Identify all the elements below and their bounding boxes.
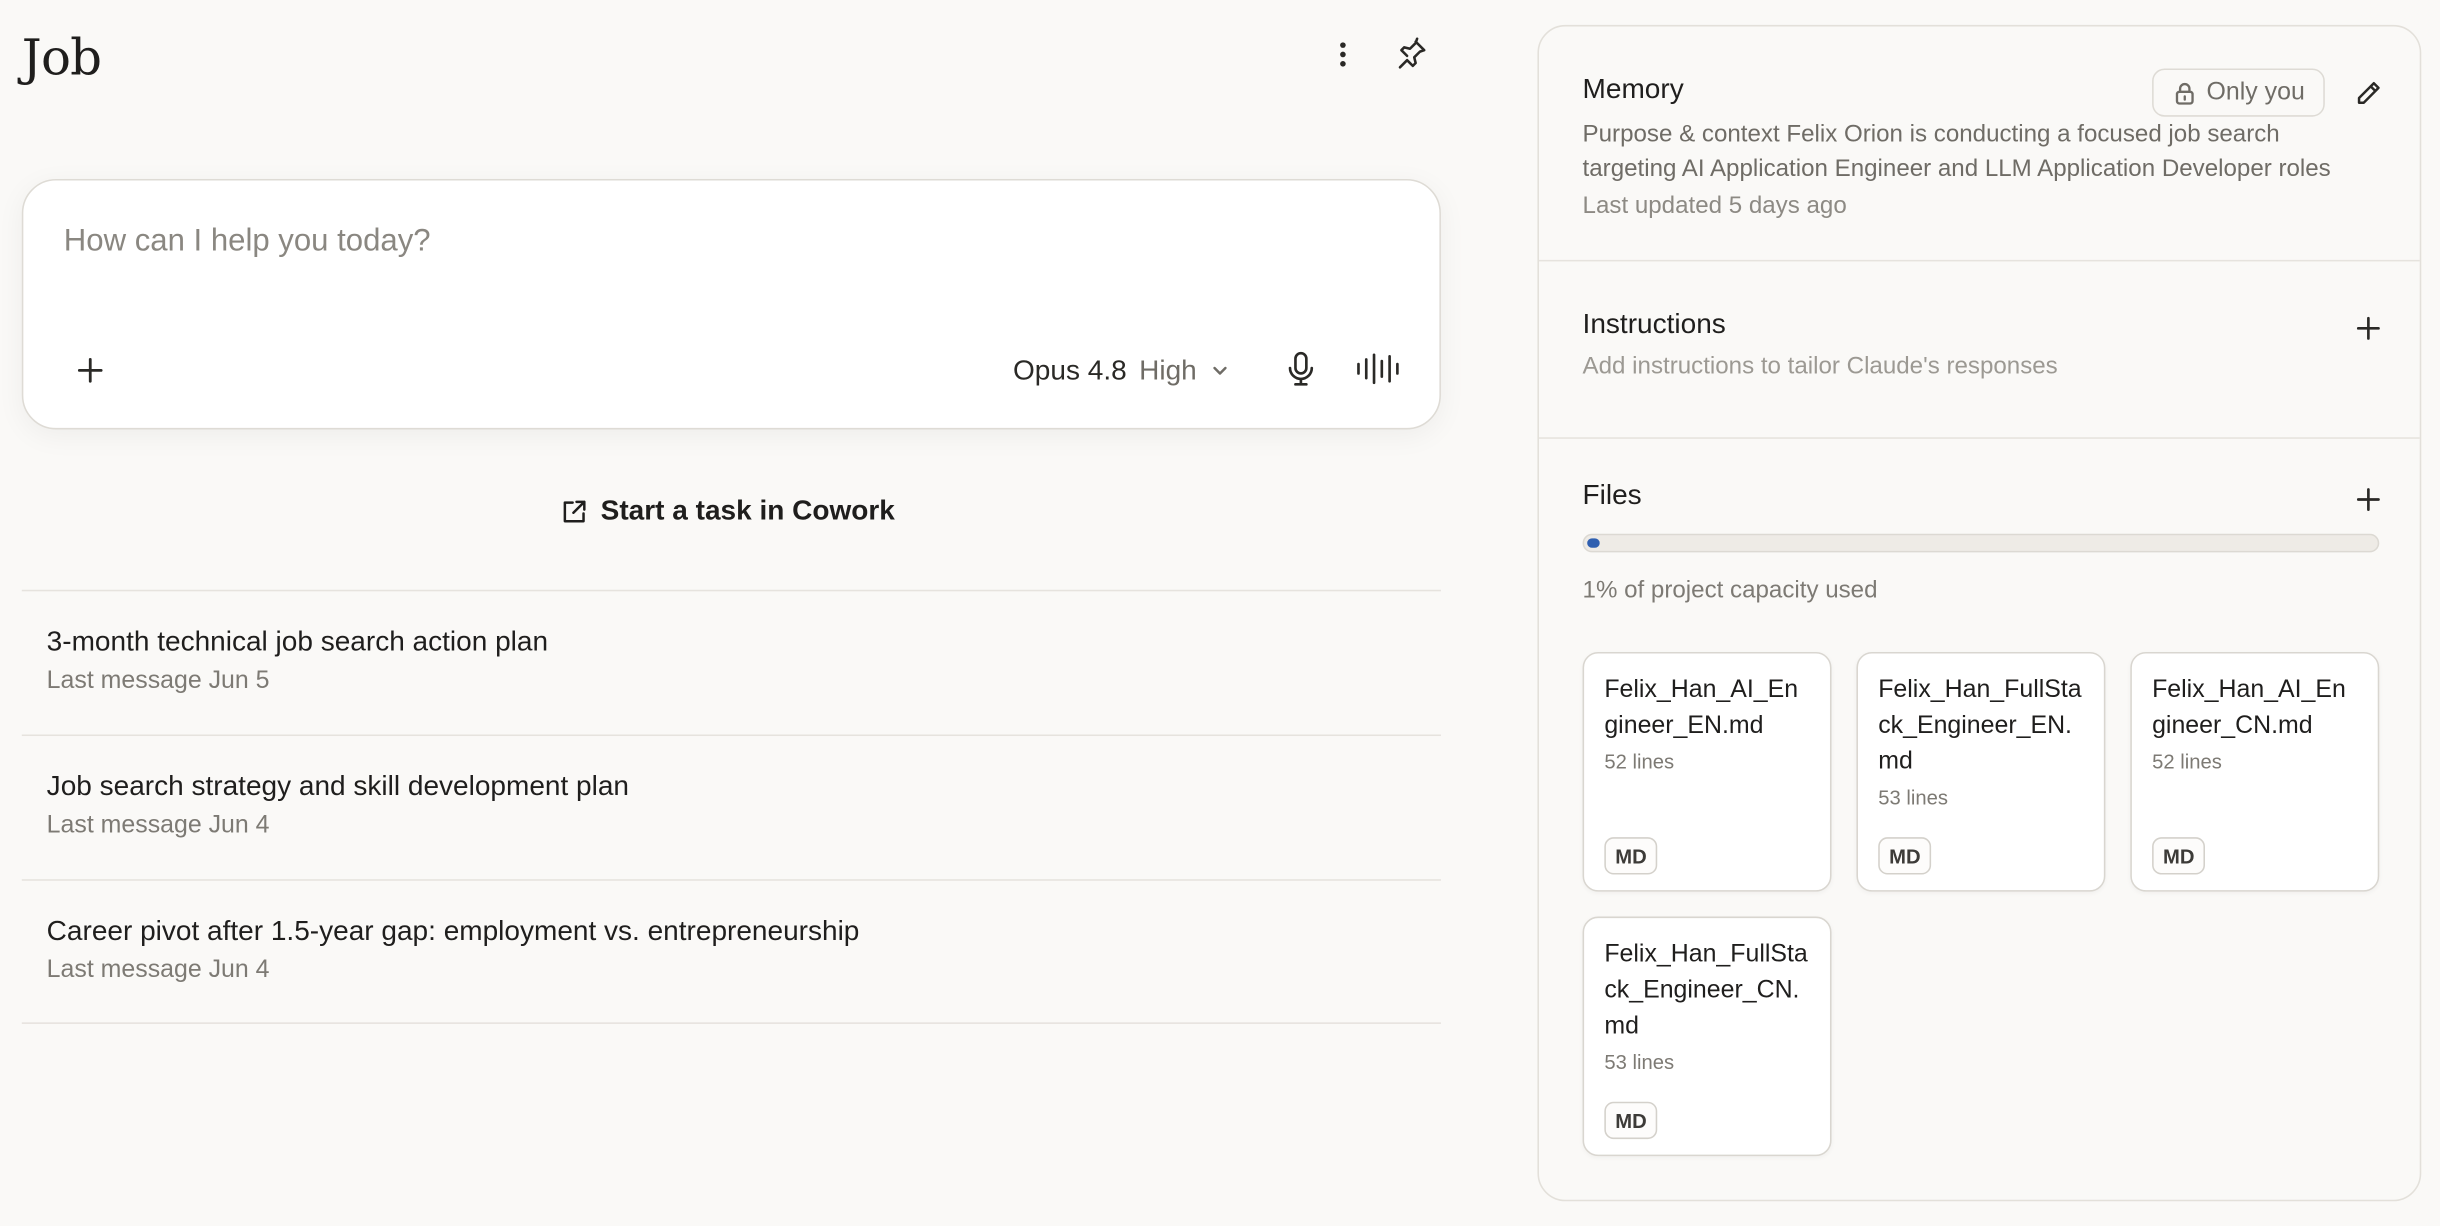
more-vertical-icon — [1340, 42, 1346, 67]
chat-title: 3-month technical job search action plan — [46, 625, 549, 657]
lock-icon — [2175, 82, 2194, 104]
file-line-count: 52 lines — [2152, 750, 2222, 774]
files-section: Files 1% of project capacity used Felix_… — [1539, 439, 2420, 1157]
file-name: Felix_Han_AI_Engineer_CN.md — [2152, 676, 2346, 740]
plus-icon — [2356, 488, 2380, 511]
edit-memory-button[interactable] — [2345, 70, 2392, 117]
pin-button[interactable] — [1388, 31, 1435, 78]
file-card[interactable]: Felix_Han_FullStack_Engineer_EN.md 53 li… — [1856, 652, 2106, 892]
file-card[interactable]: Felix_Han_AI_Engineer_EN.md 52 lines MD — [1582, 652, 1832, 892]
add-attachment-button[interactable] — [67, 347, 114, 394]
file-name: Felix_Han_AI_Engineer_EN.md — [1604, 676, 1799, 740]
model-effort: High — [1139, 354, 1197, 386]
plus-icon — [2356, 316, 2380, 340]
plus-icon — [77, 358, 103, 383]
instructions-heading: Instructions — [1582, 308, 1726, 340]
memory-summary: Purpose & context Felix Orion is conduct… — [1582, 121, 2331, 183]
chevron-down-icon — [1213, 366, 1227, 375]
instructions-section: Instructions Add instructions to tailor … — [1538, 261, 2420, 439]
model-selector[interactable]: Opus 4.8 High — [1013, 349, 1231, 393]
file-grid: Felix_Han_AI_Engineer_EN.md 52 lines MD … — [1582, 652, 2380, 1157]
file-line-count: 52 lines — [1604, 750, 1675, 774]
external-link-icon — [563, 499, 586, 522]
voice-waveform-icon — [1357, 353, 1399, 385]
capacity-progress-bar — [1582, 533, 2380, 553]
files-heading: Files — [1582, 479, 1642, 511]
file-name: Felix_Han_FullStack_Engineer_EN.md — [1878, 676, 2082, 775]
file-card[interactable]: Felix_Han_FullStack_Engineer_CN.md 53 li… — [1582, 916, 1832, 1157]
chat-last-message: Last message Jun 4 — [46, 957, 270, 984]
capacity-progress-fill — [1587, 538, 1600, 548]
chat-title: Career pivot after 1.5-year gap: employm… — [46, 914, 860, 947]
project-title: Job — [21, 28, 102, 88]
dictation-button[interactable] — [1278, 345, 1325, 392]
microphone-icon — [1288, 351, 1314, 386]
project-knowledge-panel: Memory Only you Purpose & context Felix … — [1537, 24, 2422, 1202]
visibility-label: Only you — [2206, 78, 2305, 106]
message-input[interactable] — [63, 224, 1403, 260]
memory-visibility-badge[interactable]: Only you — [2152, 68, 2326, 117]
file-type-badge: MD — [2152, 837, 2206, 875]
chat-list: 3-month technical job search action plan… — [21, 589, 1441, 1024]
file-type-badge: MD — [1604, 837, 1658, 875]
project-main: Job Opus 4.8 High — [0, 0, 1463, 1226]
start-cowork-link[interactable]: Start a task in Cowork — [560, 495, 895, 528]
file-card[interactable]: Felix_Han_AI_Engineer_CN.md 52 lines MD — [2130, 652, 2380, 892]
file-name: Felix_Han_FullStack_Engineer_CN.md — [1604, 941, 1808, 1040]
project-actions — [1320, 31, 1435, 78]
memory-updated: Last updated 5 days ago — [1582, 192, 1847, 220]
chat-title: Job search strategy and skill developmen… — [46, 770, 630, 802]
chat-composer: Opus 4.8 High — [21, 178, 1441, 430]
chat-list-item[interactable]: Job search strategy and skill developmen… — [21, 734, 1441, 879]
add-instructions-button[interactable] — [2345, 305, 2392, 352]
chat-list-item[interactable]: 3-month technical job search action plan… — [21, 589, 1441, 735]
pencil-icon — [2357, 82, 2380, 104]
capacity-label: 1% of project capacity used — [1582, 577, 1878, 604]
model-name: Opus 4.8 — [1013, 354, 1127, 386]
chat-last-message: Last message Jun 4 — [46, 812, 270, 839]
file-line-count: 53 lines — [1604, 1050, 1675, 1074]
chat-last-message: Last message Jun 5 — [46, 667, 270, 695]
app-root: Job Opus 4.8 High — [0, 0, 2440, 1226]
add-file-button[interactable] — [2345, 476, 2392, 523]
instructions-hint: Add instructions to tailor Claude's resp… — [1582, 353, 2058, 380]
pin-icon — [1398, 37, 1426, 69]
file-line-count: 53 lines — [1878, 785, 1948, 810]
more-options-button[interactable] — [1320, 31, 1367, 78]
file-type-badge: MD — [1604, 1101, 1658, 1140]
voice-mode-button[interactable] — [1355, 345, 1402, 392]
file-type-badge: MD — [1878, 837, 1932, 875]
memory-section: Memory Only you Purpose & context Felix … — [1538, 26, 2420, 262]
chat-list-item[interactable]: Career pivot after 1.5-year gap: employm… — [21, 879, 1441, 1024]
cowork-label: Start a task in Cowork — [600, 494, 895, 526]
